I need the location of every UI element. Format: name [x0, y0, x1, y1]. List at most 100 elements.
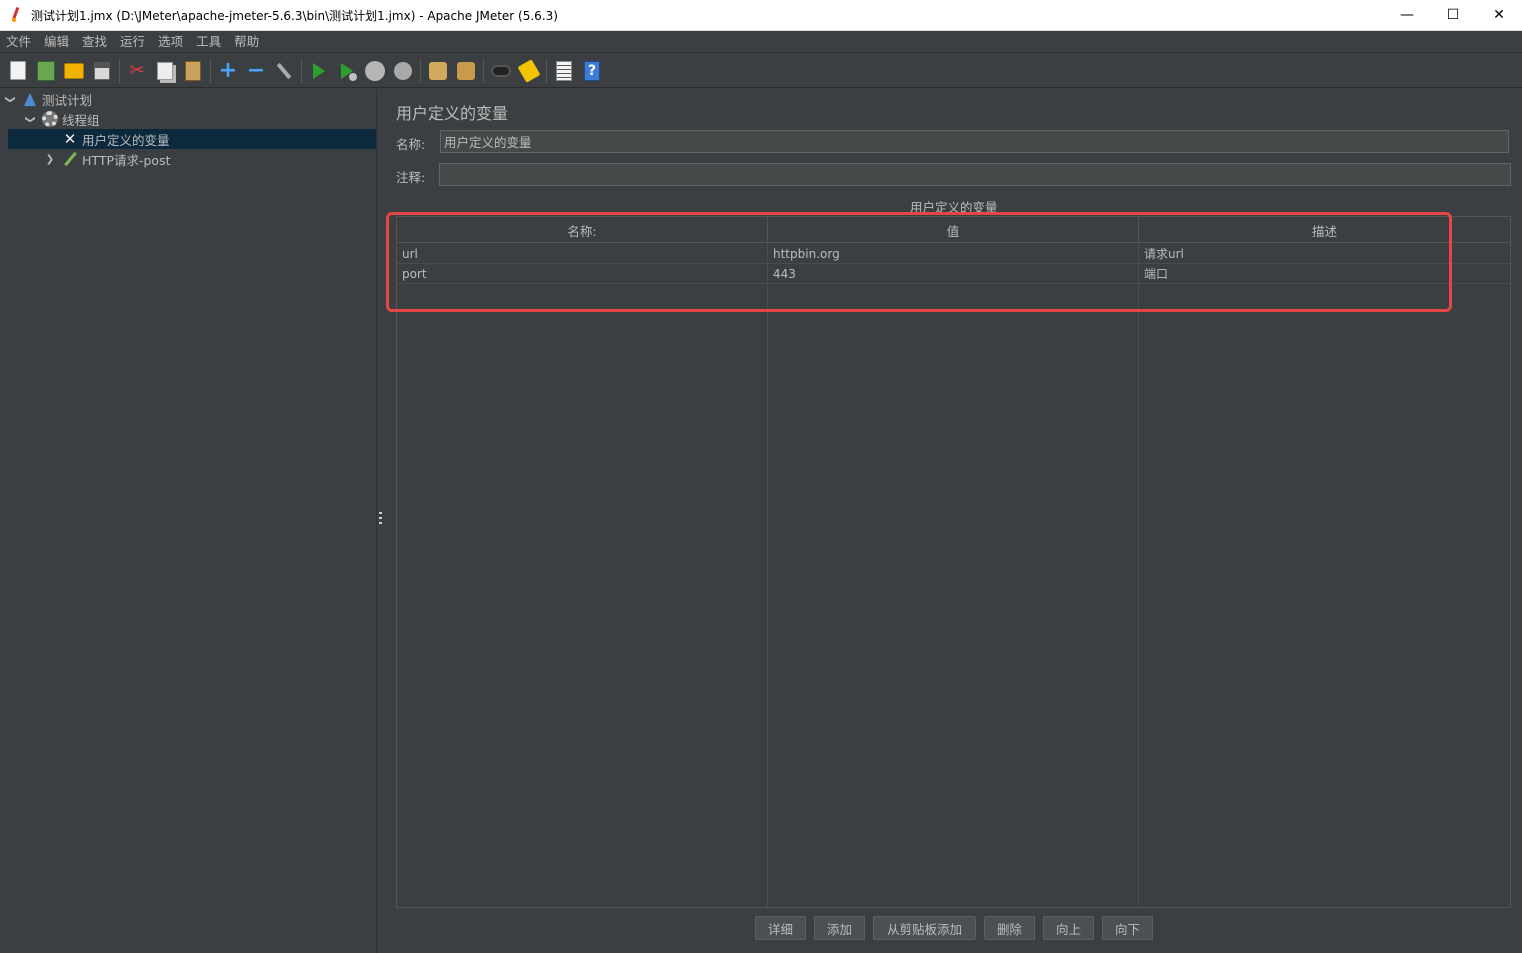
toolbar-separator [420, 58, 421, 83]
chevron-down-icon[interactable]: ❯ [5, 93, 16, 105]
paste-button[interactable] [181, 59, 205, 83]
menu-options[interactable]: 选项 [152, 31, 189, 53]
column-divider [767, 244, 768, 907]
cut-button[interactable]: ✂ [125, 59, 149, 83]
tree-item-label: 用户定义的变量 [82, 132, 170, 148]
name-label: 名称: [396, 137, 426, 152]
cell-description[interactable]: 端口 [1139, 264, 1510, 283]
minimize-button[interactable]: — [1384, 0, 1430, 30]
column-header-description[interactable]: 描述 [1139, 217, 1510, 243]
cut-icon: ✂ [129, 60, 145, 81]
new-icon [10, 61, 26, 80]
stop-icon [365, 60, 385, 81]
variables-table: 名称: 值 描述 url httpbin.org 请求url port 443 … [396, 216, 1511, 908]
cell-value[interactable]: 443 [768, 264, 1139, 283]
help-icon: ? [584, 60, 600, 81]
search-button[interactable] [489, 59, 513, 83]
detail-button[interactable]: 详细 [754, 916, 806, 940]
new-button[interactable] [6, 59, 30, 83]
variables-section-title: 用户定义的变量 [910, 200, 998, 215]
cell-description[interactable]: 请求url [1139, 244, 1510, 263]
paste-icon [185, 60, 201, 81]
timer-dot-icon [349, 72, 357, 81]
open-icon [64, 62, 84, 79]
start-button[interactable] [307, 59, 331, 83]
menu-search[interactable]: 查找 [76, 31, 113, 53]
chevron-right-icon[interactable]: ❯ [44, 154, 56, 165]
add-from-clipboard-button[interactable]: 从剪贴板添加 [872, 916, 976, 940]
tree-item-thread-group[interactable]: ❯ 线程组 [24, 109, 376, 129]
toolbar-separator [210, 58, 211, 83]
window-titlebar: 测试计划1.jmx (D:\JMeter\apache-jmeter-5.6.3… [0, 0, 1522, 31]
delete-button[interactable]: 删除 [984, 916, 1036, 940]
config-element-icon: ✕ [63, 130, 77, 148]
toolbar-separator [301, 58, 302, 83]
cell-value[interactable]: httpbin.org [768, 244, 1139, 263]
jmeter-feather-icon [9, 7, 23, 23]
clear-button[interactable] [426, 59, 450, 83]
toolbar: ✂ + − ? [0, 54, 1522, 88]
menu-file[interactable]: 文件 [0, 31, 37, 53]
toggle-button[interactable] [272, 59, 296, 83]
window-controls: — ☐ ✕ [1384, 0, 1522, 30]
table-row[interactable]: port 443 端口 [397, 264, 1510, 284]
move-up-button[interactable]: 向上 [1043, 916, 1095, 940]
cell-name[interactable]: url [397, 244, 768, 263]
tree-item-test-plan[interactable]: ❯ 测试计划 [4, 89, 376, 109]
element-editor: 用户定义的变量 名称: 注释: 用户定义的变量 名称: 值 描述 url htt… [386, 89, 1522, 953]
menu-tools[interactable]: 工具 [190, 31, 227, 53]
table-row[interactable]: url httpbin.org 请求url [397, 244, 1510, 264]
shutdown-button[interactable] [391, 59, 415, 83]
start-icon [313, 62, 325, 79]
reset-search-icon [517, 58, 541, 83]
expand-button[interactable]: + [216, 59, 240, 83]
clear-all-icon [457, 61, 475, 80]
copy-icon [157, 61, 173, 80]
start-no-pause-button[interactable] [335, 59, 359, 83]
collapse-button[interactable]: − [244, 59, 268, 83]
save-icon [94, 61, 110, 80]
splitter-grip-icon[interactable] [379, 512, 382, 526]
copy-button[interactable] [153, 59, 177, 83]
comment-input[interactable] [439, 163, 1511, 186]
tree-item-user-defined-variables[interactable]: ✕ 用户定义的变量 [8, 129, 376, 149]
stop-button[interactable] [363, 59, 387, 83]
reset-search-button[interactable] [517, 58, 541, 83]
templates-button[interactable] [34, 59, 58, 83]
table-actions: 详细 添加 从剪贴板添加 删除 向上 向下 [386, 916, 1522, 942]
comment-label: 注释: [396, 170, 426, 185]
column-header-value[interactable]: 值 [768, 217, 1139, 243]
table-body: url httpbin.org 请求url port 443 端口 [397, 244, 1510, 284]
menu-help[interactable]: 帮助 [228, 31, 265, 53]
menu-run[interactable]: 运行 [114, 31, 151, 53]
tree-item-http-request-post[interactable]: ❯ HTTP请求-post [44, 149, 376, 169]
open-button[interactable] [62, 59, 86, 83]
maximize-button[interactable]: ☐ [1430, 0, 1476, 30]
cell-name[interactable]: port [397, 264, 768, 283]
test-plan-tree: ❯ 测试计划 ❯ 线程组 ✕ 用户定义的变量 ❯ HTTP请求-post [0, 89, 377, 953]
save-button[interactable] [90, 59, 114, 83]
clear-all-button[interactable] [454, 59, 478, 83]
add-button[interactable]: 添加 [813, 916, 865, 940]
name-input[interactable] [440, 130, 1509, 153]
clear-icon [429, 61, 447, 80]
menu-edit[interactable]: 编辑 [38, 31, 75, 53]
toggle-icon [276, 62, 292, 79]
editor-title: 用户定义的变量 [396, 104, 509, 123]
tree-item-label: 线程组 [62, 112, 100, 128]
sampler-icon [62, 151, 78, 167]
table-header: 名称: 值 描述 [397, 217, 1510, 243]
test-plan-icon [22, 91, 38, 107]
close-button[interactable]: ✕ [1476, 0, 1522, 30]
column-header-name[interactable]: 名称: [397, 217, 768, 243]
tree-item-label: 测试计划 [42, 92, 93, 108]
move-down-button[interactable]: 向下 [1102, 916, 1154, 940]
shutdown-icon [394, 61, 412, 80]
toolbar-separator [546, 58, 547, 83]
menu-bar: 文件 编辑 查找 运行 选项 工具 帮助 [0, 31, 1522, 53]
chevron-down-icon[interactable]: ❯ [25, 113, 36, 125]
help-button[interactable]: ? [580, 59, 604, 83]
thread-group-icon [42, 111, 58, 127]
function-helper-button[interactable] [552, 59, 576, 83]
expand-icon: + [218, 57, 238, 83]
